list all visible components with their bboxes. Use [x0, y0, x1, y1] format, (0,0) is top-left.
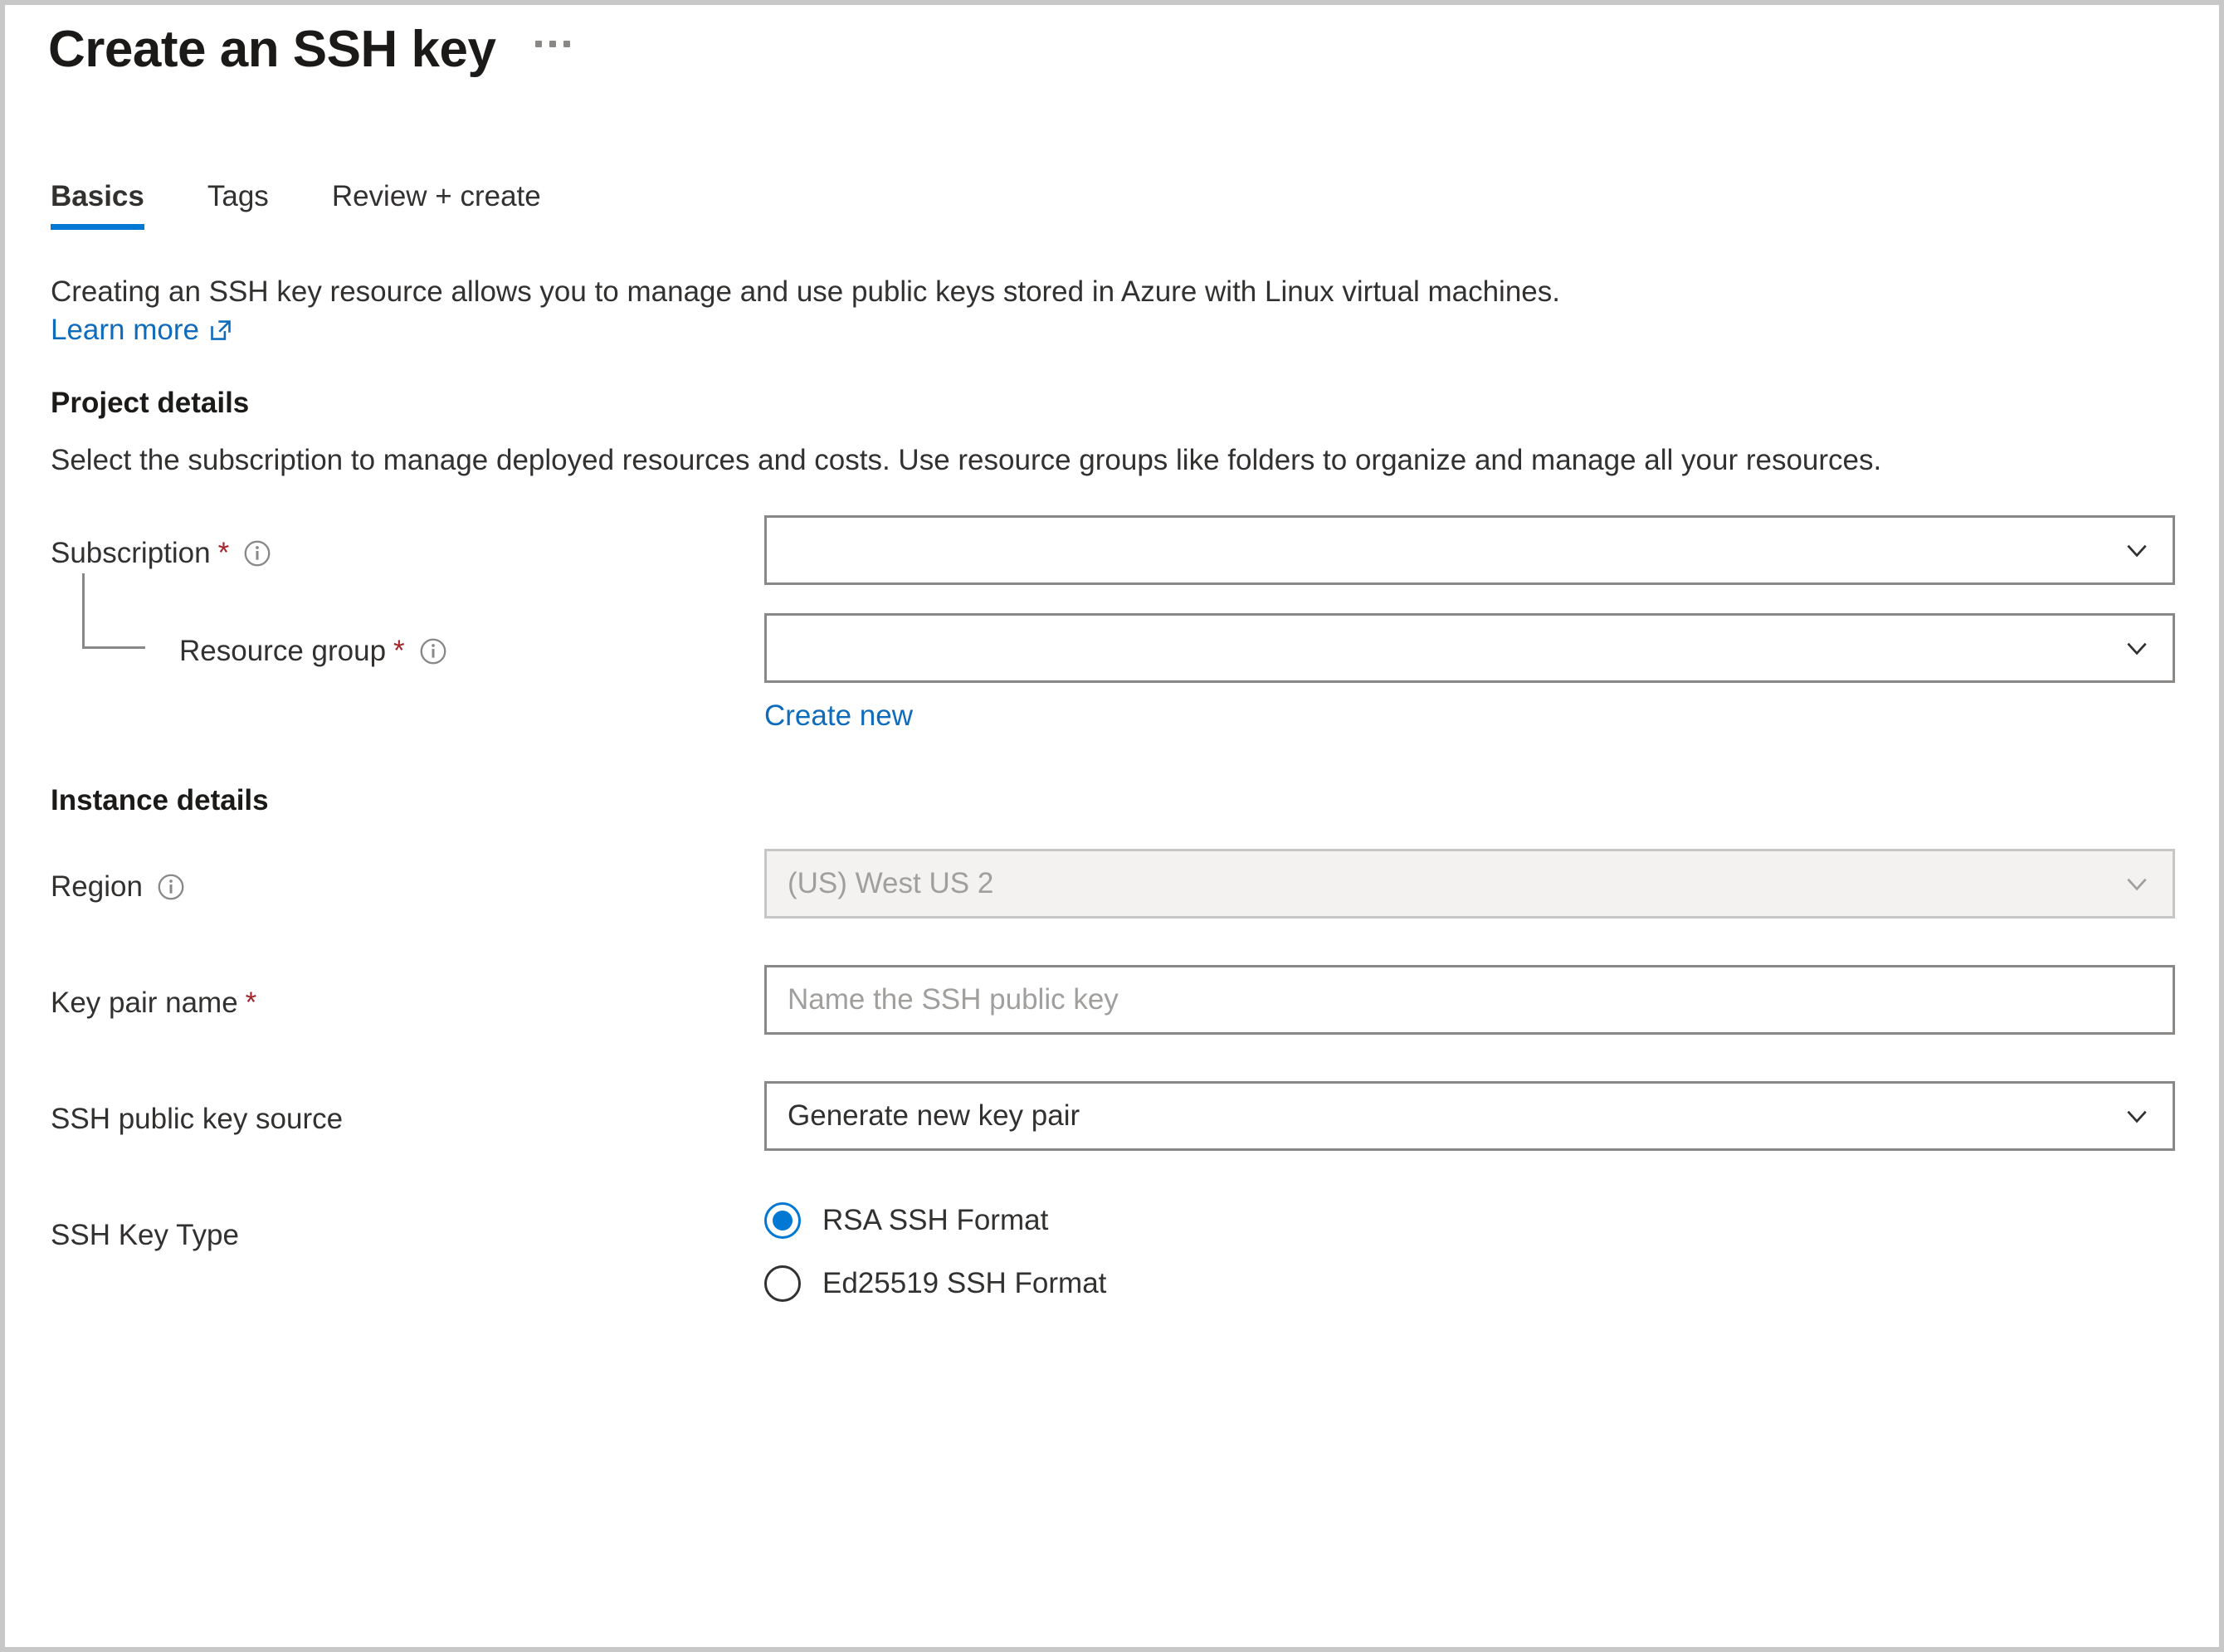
project-details-description: Select the subscription to manage deploy… [51, 444, 1882, 477]
ssh-key-type-radio-group: RSA SSH Format Ed25519 SSH Format [764, 1197, 2175, 1302]
ssh-key-type-label-text: SSH Key Type [51, 1218, 239, 1251]
page-title: Create an SSH key [48, 21, 496, 78]
ssh-key-type-label: SSH Key Type [51, 1197, 764, 1274]
region-label-text: Region [51, 870, 143, 903]
radio-button-icon[interactable] [764, 1201, 801, 1239]
chevron-down-icon [2127, 1110, 2147, 1123]
instance-details-form: Region (US) West US 2 Key pair name * Na… [51, 848, 2219, 1302]
ellipsis-dot [535, 40, 543, 47]
key-pair-name-label: Key pair name * [51, 965, 764, 1041]
key-pair-name-field [764, 964, 2175, 1041]
resource-group-field: Create new [764, 612, 2175, 733]
resource-group-label: Resource group * [51, 613, 764, 690]
blade-header: Create an SSH key [5, 5, 2219, 79]
region-label: Region [51, 849, 764, 925]
tab-review-create[interactable]: Review + create [332, 180, 573, 230]
create-new-resource-group-link[interactable]: Create new [764, 699, 913, 733]
external-link-icon [211, 319, 231, 340]
ellipsis-dot [563, 40, 571, 47]
subscription-label-text: Subscription [51, 536, 211, 569]
tab-basics[interactable]: Basics [51, 180, 176, 231]
ssh-public-key-source-label-text: SSH public key source [51, 1102, 344, 1135]
radio-option-ed25519[interactable]: Ed25519 SSH Format [764, 1265, 2175, 1302]
more-menu-icon[interactable] [529, 40, 577, 59]
radio-button-icon[interactable] [764, 1265, 801, 1302]
key-pair-name-label-text: Key pair name [51, 986, 238, 1019]
required-asterisk: * [217, 537, 230, 570]
radio-option-rsa[interactable]: RSA SSH Format [764, 1201, 2175, 1239]
resource-group-dropdown[interactable] [764, 612, 2175, 683]
region-field: (US) West US 2 [764, 848, 2175, 925]
wizard-tabs: Basics Tags Review + create [5, 180, 2219, 231]
learn-more-link[interactable]: Learn more [51, 311, 232, 349]
instance-details-heading: Instance details [51, 783, 269, 816]
radio-option-ed25519-label: Ed25519 SSH Format [822, 1266, 1107, 1299]
radio-option-rsa-label: RSA SSH Format [822, 1203, 1049, 1236]
ssh-public-key-source-label: SSH public key source [51, 1081, 764, 1157]
azure-create-ssh-key-blade: Create an SSH key Basics Tags Review + c… [0, 0, 2224, 1652]
info-icon[interactable] [243, 539, 271, 568]
chevron-down-icon [2127, 642, 2147, 655]
ssh-public-key-source-field: Generate new key pair [764, 1080, 2175, 1157]
learn-more-label: Learn more [51, 313, 199, 346]
key-pair-name-input[interactable] [764, 964, 2175, 1035]
ssh-public-key-source-row: SSH public key source Generate new key p… [51, 1080, 2219, 1157]
chevron-down-icon [2127, 878, 2147, 891]
project-details-form: Subscription * Resource group * Create n… [51, 514, 2219, 733]
intro-paragraph: Creating an SSH key resource allows you … [51, 273, 2009, 348]
ellipsis-dot [549, 40, 557, 47]
project-details-heading: Project details [51, 387, 250, 420]
region-row: Region (US) West US 2 [51, 848, 2219, 925]
intro-text: Creating an SSH key resource allows you … [51, 275, 1560, 309]
key-pair-name-row: Key pair name * [51, 964, 2219, 1041]
ssh-key-type-field: RSA SSH Format Ed25519 SSH Format [764, 1197, 2175, 1302]
subscription-field [764, 514, 2175, 592]
info-icon[interactable] [419, 637, 447, 665]
ssh-public-key-source-value: Generate new key pair [788, 1099, 1080, 1132]
region-dropdown: (US) West US 2 [764, 848, 2175, 919]
ssh-key-type-row: SSH Key Type RSA SSH Format Ed25519 SSH … [51, 1197, 2219, 1302]
resource-group-row: Resource group * Create new [51, 573, 2219, 733]
info-icon[interactable] [157, 873, 185, 901]
chevron-down-icon [2127, 544, 2147, 558]
ssh-public-key-source-dropdown[interactable]: Generate new key pair [764, 1080, 2175, 1151]
subscription-label: Subscription * [51, 515, 764, 592]
resource-group-label-text: Resource group [179, 634, 387, 667]
required-asterisk: * [393, 635, 405, 668]
required-asterisk: * [245, 987, 257, 1020]
region-value: (US) West US 2 [788, 866, 994, 899]
subscription-row: Subscription * [51, 514, 2219, 592]
tab-tags[interactable]: Tags [207, 180, 300, 230]
subscription-dropdown[interactable] [764, 514, 2175, 585]
